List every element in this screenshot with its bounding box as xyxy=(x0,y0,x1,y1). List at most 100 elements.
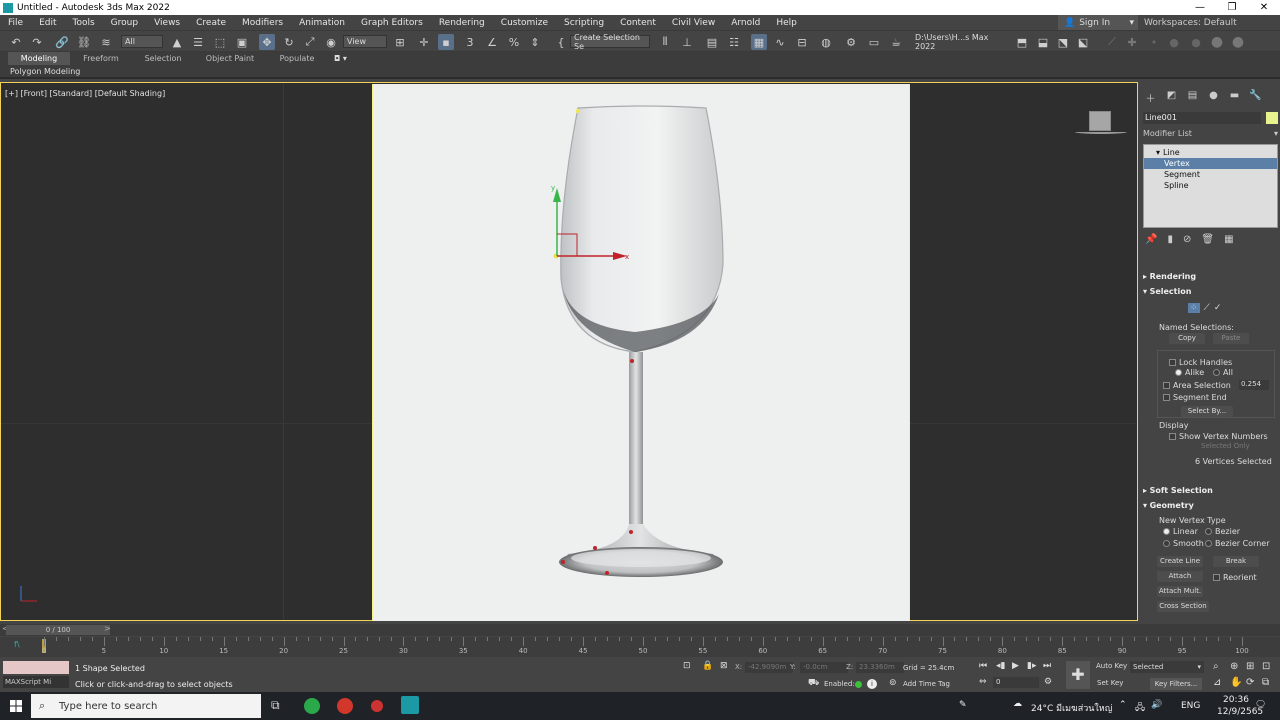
menu-tools[interactable]: Tools xyxy=(65,18,103,28)
graphite-tool-icon[interactable]: ⟋ xyxy=(1104,34,1120,50)
rendered-frame-window-icon[interactable]: ▭ xyxy=(866,34,882,50)
copy-button[interactable]: Copy xyxy=(1169,333,1205,344)
attach-button[interactable]: Attach xyxy=(1157,571,1203,582)
motion-tab-icon[interactable]: ● xyxy=(1206,90,1221,102)
go-to-start-icon[interactable]: ⏮ xyxy=(979,661,987,671)
volume-icon[interactable]: 🔊 xyxy=(1151,700,1162,710)
track-bar[interactable]: f\ 0 5 10 15 20 25 30 35 40 45 50 55 60 65 70 75 80 85 90 9… xyxy=(0,637,1280,657)
select-move-icon[interactable]: ✥ xyxy=(259,34,275,50)
obs-icon[interactable] xyxy=(369,698,385,714)
menu-rendering[interactable]: Rendering xyxy=(431,18,493,28)
task-view-icon[interactable]: ⧉ xyxy=(271,698,280,713)
menu-arnold[interactable]: Arnold xyxy=(723,18,768,28)
menu-help[interactable]: Help xyxy=(768,18,805,28)
zoom-extents-all-icon[interactable]: ⊡ xyxy=(1262,661,1270,672)
menu-customize[interactable]: Customize xyxy=(493,18,556,28)
zoom-all-icon[interactable]: ⊕ xyxy=(1230,661,1238,672)
stack-item-spline[interactable]: Spline xyxy=(1144,180,1277,191)
tab-object-paint[interactable]: Object Paint xyxy=(194,54,266,63)
chrome-profile-icon[interactable] xyxy=(337,698,353,714)
geometry-rollout-title[interactable]: Geometry xyxy=(1150,501,1194,510)
maxscript-listener-label[interactable]: MAXScript Mi xyxy=(3,676,69,688)
toggle-ribbon-icon[interactable]: ▦ xyxy=(751,34,767,50)
link-icon[interactable]: 🔗 xyxy=(54,34,70,50)
selection-rollout-title[interactable]: Selection xyxy=(1150,287,1192,296)
maximize-viewport-icon[interactable]: ⧉ xyxy=(1262,677,1269,688)
lock-handles-checkbox[interactable] xyxy=(1169,359,1176,366)
network-icon[interactable]: 🖧 xyxy=(1135,700,1145,716)
segment-end-checkbox[interactable] xyxy=(1163,394,1170,401)
menu-create[interactable]: Create xyxy=(188,18,234,28)
render-setup-icon[interactable]: ⚙ xyxy=(843,34,859,50)
filter-icon[interactable]: f\ xyxy=(14,640,20,649)
3dsmax-taskbar-icon[interactable] xyxy=(401,696,419,714)
taskbar-search-box[interactable]: ⌕ Type here to search xyxy=(31,694,261,718)
viewcube-ring[interactable] xyxy=(1075,130,1127,134)
language-indicator[interactable]: ENG xyxy=(1181,701,1200,711)
redo-icon[interactable]: ↷ xyxy=(29,34,45,50)
go-to-end-icon[interactable]: ⏭ xyxy=(1043,661,1051,671)
viewport-label[interactable]: [+] [Front] [Standard] [Default Shading] xyxy=(5,89,165,98)
snaps-toggle-icon[interactable]: 3 xyxy=(462,34,478,50)
tray-chevron-icon[interactable]: ⌃ xyxy=(1119,700,1127,710)
key-mode-icon[interactable]: ⇔ xyxy=(979,677,987,687)
rollout-expand-icon[interactable]: ▾ xyxy=(1143,287,1147,296)
previous-key-icon[interactable]: ◂▮ xyxy=(996,661,1005,671)
viewcube[interactable] xyxy=(1089,111,1111,131)
bind-space-warp-icon[interactable]: ≋ xyxy=(98,34,114,50)
cross-section-button[interactable]: Cross Section xyxy=(1157,601,1209,612)
paste-button[interactable]: Paste xyxy=(1213,333,1249,344)
named-selection-dropdown[interactable]: Create Selection Se xyxy=(570,33,650,51)
alike-radio[interactable] xyxy=(1175,369,1182,376)
ribbon-options-icon[interactable]: ◘ ▾ xyxy=(334,54,347,63)
next-key-icon[interactable]: ▮▸ xyxy=(1027,661,1036,671)
time-tag-icon[interactable]: ⊚ xyxy=(889,678,897,688)
object-color-swatch[interactable] xyxy=(1266,112,1278,124)
rect-selection-icon[interactable]: ⬚ xyxy=(212,34,228,50)
mirror-icon[interactable]: ⫴ xyxy=(657,34,673,50)
add-time-tag-button[interactable]: Add Time Tag xyxy=(903,680,950,688)
front-viewport[interactable]: [+] [Front] [Standard] [Default Shading] xyxy=(0,82,1138,621)
segment-level-icon[interactable]: ⟋ xyxy=(1204,303,1210,313)
workspace-selector[interactable]: Workspaces: Default xyxy=(1140,15,1280,30)
hierarchy-tab-icon[interactable]: ▤ xyxy=(1185,90,1200,102)
schematic-view-icon[interactable]: ⊟ xyxy=(794,34,810,50)
area-selection-checkbox[interactable] xyxy=(1163,382,1170,389)
edit-named-selection-icon[interactable]: { xyxy=(553,34,569,50)
set-project-icon[interactable]: ⬔ xyxy=(1055,34,1071,50)
menu-graph-editors[interactable]: Graph Editors xyxy=(353,18,431,28)
menu-animation[interactable]: Animation xyxy=(291,18,353,28)
isolate-icon[interactable]: ⊡ xyxy=(683,661,691,671)
linear-radio[interactable] xyxy=(1163,528,1170,535)
next-frame-icon[interactable]: > xyxy=(104,624,111,633)
menu-content[interactable]: Content xyxy=(612,18,664,28)
show-vertex-numbers-checkbox[interactable] xyxy=(1169,433,1176,440)
enabled-indicator-icon[interactable] xyxy=(855,681,862,688)
area-selection-spinner[interactable]: 0.254 xyxy=(1239,380,1269,390)
tab-modeling[interactable]: Modeling xyxy=(8,52,70,65)
percent-snap-icon[interactable]: % xyxy=(506,34,522,50)
scene-explorer-icon[interactable]: ▤ xyxy=(704,34,720,50)
z-coordinate-field[interactable]: 23.3360m xyxy=(856,662,904,673)
orbit-icon[interactable]: ⟳ xyxy=(1246,677,1254,688)
render-production-icon[interactable]: ☕ xyxy=(888,34,904,50)
time-configuration-icon[interactable]: ⚙ xyxy=(1044,677,1052,687)
x-coordinate-field[interactable]: -42.9090m xyxy=(745,662,793,673)
tab-selection[interactable]: Selection xyxy=(132,54,194,63)
windows-start-icon[interactable] xyxy=(10,700,22,712)
spinner-snap-icon[interactable]: ⇕ xyxy=(527,34,543,50)
remove-modifier-icon[interactable]: 🗑 xyxy=(1201,234,1214,245)
undo-icon[interactable]: ↶ xyxy=(8,34,24,50)
set-key-icon[interactable]: ✚ xyxy=(1066,661,1090,689)
select-object-icon[interactable]: ▲ xyxy=(169,34,185,50)
pin-stack-icon[interactable]: 📌 xyxy=(1145,234,1157,245)
stack-item-line[interactable]: ▾ Line xyxy=(1144,147,1277,158)
sign-in-button[interactable]: 👤 Sign In ▾ xyxy=(1058,15,1138,30)
keyboard-shortcut-icon[interactable]: ▪ xyxy=(438,34,454,50)
layer-explorer-icon[interactable]: ☷ xyxy=(726,34,742,50)
smooth-radio[interactable] xyxy=(1163,540,1170,547)
all-radio[interactable] xyxy=(1213,369,1220,376)
show-end-result-icon[interactable]: ▮ xyxy=(1167,234,1173,245)
select-rotate-icon[interactable]: ↻ xyxy=(281,34,297,50)
stack-item-vertex[interactable]: Vertex xyxy=(1144,158,1277,169)
